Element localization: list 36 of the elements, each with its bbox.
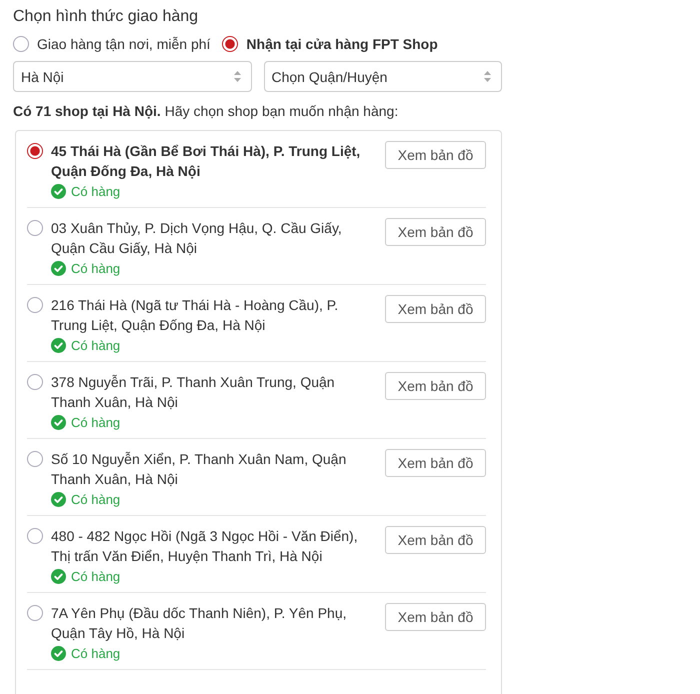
view-map-button[interactable]: Xem bản đồ bbox=[385, 603, 486, 631]
stock-status: Có hàng bbox=[71, 492, 120, 507]
radio-button[interactable] bbox=[27, 220, 43, 236]
stock-status: Có hàng bbox=[71, 569, 120, 584]
view-map-button[interactable]: Xem bản đồ bbox=[385, 526, 486, 554]
stock-status: Có hàng bbox=[71, 261, 120, 276]
view-map-button[interactable]: Xem bản đồ bbox=[385, 218, 486, 246]
radio-button[interactable] bbox=[27, 451, 43, 467]
stock-status: Có hàng bbox=[71, 338, 120, 353]
view-map-button[interactable]: Xem bản đồ bbox=[385, 449, 486, 477]
section-title: Chọn hình thức giao hàng bbox=[13, 7, 200, 27]
radio-button[interactable] bbox=[27, 297, 43, 313]
dropdown-select[interactable]: Hà Nội bbox=[13, 61, 252, 92]
shop-address: 45 Thái Hà (Gần Bể Bơi Thái Hà), P. Trung Liệt, Quận Đống Đa, Hà Nội bbox=[51, 142, 362, 181]
shop-address: 378 Nguyễn Trãi, P. Thanh Xuân Trung, Quận Thanh Xuân, Hà Nội bbox=[51, 373, 336, 412]
shop-count-text: Có 71 shop tại Hà Nội. Hãy chọn shop bạn muốn nhận hàng: bbox=[13, 102, 400, 121]
shop-address: 480 - 482 Ngọc Hồi (Ngã 3 Ngọc Hồi - Văn Điển), Thị trấn Văn Điển, Huyện Thanh Trì, Hà Nội bbox=[51, 527, 359, 566]
radio-button[interactable] bbox=[27, 374, 43, 390]
radio-button[interactable] bbox=[27, 528, 43, 544]
delivery-option[interactable]: Giao hàng tận nơi, miễn phí bbox=[13, 36, 210, 52]
sort-arrows-icon bbox=[234, 71, 240, 82]
shop-address: 216 Thái Hà (Ngã tư Thái Hà - Hoàng Cầu), P. Trung Liệt, Quận Đống Đa, Hà Nội bbox=[51, 296, 340, 335]
view-map-button[interactable]: Xem bản đồ bbox=[385, 372, 486, 400]
stock-status: Có hàng bbox=[71, 415, 120, 430]
view-map-button[interactable]: Xem bản đồ bbox=[385, 295, 486, 323]
shop-address: Số 10 Nguyễn Xiển, P. Thanh Xuân Nam, Quận Thanh Xuân, Hà Nội bbox=[51, 450, 348, 489]
sort-arrows-icon bbox=[484, 71, 491, 82]
view-map-button[interactable]: Xem bản đồ bbox=[385, 141, 486, 169]
radio-button[interactable] bbox=[27, 143, 43, 159]
radio-button[interactable] bbox=[27, 605, 43, 621]
delivery-option[interactable]: Nhận tại cửa hàng FPT Shop bbox=[222, 36, 438, 52]
shop-address: 7A Yên Phụ (Đầu dốc Thanh Niên), P. Yên Phụ, Quận Tây Hồ, Hà Nội bbox=[51, 604, 348, 643]
stock-status: Có hàng bbox=[71, 184, 120, 199]
shop-address: 03 Xuân Thủy, P. Dịch Vọng Hậu, Q. Cầu Giấy, Quận Cầu Giấy, Hà Nội bbox=[51, 219, 343, 258]
stock-status: Có hàng bbox=[71, 646, 120, 661]
dropdown-select[interactable]: Chọn Quận/Huyện bbox=[264, 61, 502, 92]
